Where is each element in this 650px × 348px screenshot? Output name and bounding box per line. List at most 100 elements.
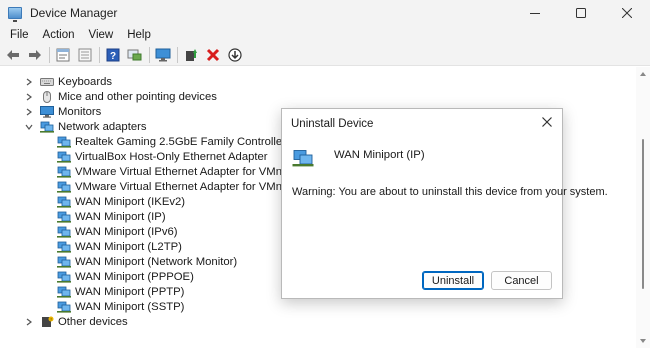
maximize-icon — [576, 8, 586, 18]
tree-category-mice[interactable]: Mice and other pointing devices — [24, 89, 217, 104]
uninstall-device-icon — [206, 48, 220, 61]
scroll-down-icon[interactable] — [640, 339, 646, 343]
scan-hardware-icon — [127, 49, 142, 60]
chevron-down-icon[interactable] — [24, 122, 34, 132]
dialog-close-button[interactable] — [540, 115, 554, 129]
tree-device-item[interactable]: WAN Miniport (Network Monitor) — [57, 254, 237, 269]
network-adapter-icon — [57, 166, 71, 178]
network-adapter-icon — [57, 256, 71, 268]
tree-device-item[interactable]: WAN Miniport (L2TP) — [57, 239, 182, 254]
tree-device-label: VMware Virtual Ethernet Adapter for VMne… — [75, 165, 298, 178]
monitor-icon — [40, 105, 54, 118]
network-adapter-icon — [57, 211, 71, 223]
chevron-right-icon[interactable] — [24, 77, 34, 87]
network-adapter-icon — [57, 181, 71, 193]
maximize-button[interactable] — [558, 0, 604, 26]
network-adapter-icon — [57, 196, 71, 208]
chevron-right-icon[interactable] — [24, 92, 34, 102]
scroll-thumb[interactable] — [642, 139, 644, 289]
window-title: Device Manager — [30, 6, 118, 20]
tree-device-item[interactable]: WAN Miniport (PPTP) — [57, 284, 184, 299]
cancel-button[interactable]: Cancel — [491, 271, 552, 290]
tree-category-label: Monitors — [58, 105, 102, 118]
menu-help[interactable]: Help — [120, 29, 158, 41]
menu-action[interactable]: Action — [36, 29, 82, 41]
chevron-right-icon[interactable] — [24, 317, 34, 327]
tree-device-item[interactable]: Realtek Gaming 2.5GbE Family Controller — [57, 134, 286, 149]
forward-arrow-icon — [29, 49, 41, 60]
mouse-icon — [40, 90, 54, 103]
tree-scrollbar[interactable] — [636, 67, 650, 348]
dialog-warning-text: Warning: You are about to uninstall this… — [292, 186, 608, 198]
scan-hardware-button[interactable] — [126, 46, 144, 64]
other-devices-icon: ! — [40, 316, 54, 328]
tree-device-label: WAN Miniport (PPTP) — [75, 285, 185, 298]
tree-category-network-adapters[interactable]: Network adapters — [24, 119, 147, 134]
tree-device-item[interactable]: VirtualBox Host-Only Ethernet Adapter — [57, 149, 268, 164]
tree-category-label: Mice and other pointing devices — [58, 90, 217, 103]
update-driver-icon — [186, 48, 197, 61]
help-button[interactable]: ? — [104, 46, 122, 64]
keyboard-icon — [40, 76, 54, 88]
title-bar: Device Manager — [0, 0, 650, 26]
network-adapter-icon — [57, 136, 71, 148]
properties-icon — [56, 48, 70, 61]
tree-device-item[interactable]: WAN Miniport (SSTP) — [57, 299, 184, 314]
close-icon — [622, 8, 632, 18]
uninstall-device-button[interactable] — [204, 46, 222, 64]
tree-device-label: WAN Miniport (IP) — [75, 210, 166, 223]
svg-text:!: ! — [50, 316, 51, 321]
network-adapter-icon — [40, 121, 54, 133]
network-adapter-icon — [57, 241, 71, 253]
network-adapter-icon — [57, 151, 71, 163]
monitor-button[interactable] — [154, 46, 172, 64]
uninstall-button[interactable]: Uninstall — [422, 271, 484, 290]
svg-text:?: ? — [110, 51, 116, 62]
tree-category-other-devices[interactable]: ! Other devices — [24, 314, 128, 329]
network-adapter-icon — [57, 301, 71, 313]
toolbar-separator — [177, 46, 178, 63]
minimize-button[interactable] — [512, 0, 558, 26]
tree-device-label: WAN Miniport (Network Monitor) — [75, 255, 238, 268]
close-window-button[interactable] — [604, 0, 650, 26]
network-adapter-icon — [57, 226, 71, 238]
tree-device-label: VMware Virtual Ethernet Adapter for VMne… — [75, 180, 298, 193]
back-arrow-icon — [7, 49, 19, 60]
toolbar-separator — [49, 46, 50, 63]
menu-view[interactable]: View — [82, 29, 121, 41]
scroll-up-icon[interactable] — [640, 72, 646, 76]
help-icon: ? — [106, 48, 120, 62]
properties-button[interactable] — [54, 46, 72, 64]
forward-button[interactable] — [26, 46, 44, 64]
uninstall-device-dialog: Uninstall Device WAN Miniport (IP) Warni… — [281, 108, 608, 299]
show-hidden-button[interactable] — [76, 46, 94, 64]
tree-device-item[interactable]: WAN Miniport (IPv6) — [57, 224, 178, 239]
menu-file[interactable]: File — [3, 29, 36, 41]
download-button[interactable] — [226, 46, 244, 64]
window-controls — [512, 0, 650, 26]
dialog-device-name: WAN Miniport (IP) — [334, 149, 425, 161]
tree-device-label: WAN Miniport (IKEv2) — [75, 195, 186, 208]
tree-device-item[interactable]: WAN Miniport (IKEv2) — [57, 194, 185, 209]
tree-device-label: WAN Miniport (L2TP) — [75, 240, 182, 253]
dialog-title: Uninstall Device — [291, 118, 374, 130]
tree-device-label: WAN Miniport (IPv6) — [75, 225, 178, 238]
tree-device-item[interactable]: VMware Virtual Ethernet Adapter for VMne… — [57, 179, 298, 194]
tree-category-monitors[interactable]: Monitors — [24, 104, 101, 119]
show-hidden-icon — [78, 48, 92, 61]
update-driver-button[interactable] — [182, 46, 200, 64]
chevron-right-icon[interactable] — [24, 107, 34, 117]
tree-device-item[interactable]: VMware Virtual Ethernet Adapter for VMne… — [57, 164, 298, 179]
back-button[interactable] — [4, 46, 22, 64]
tree-category-label: Keyboards — [58, 75, 113, 88]
tree-device-item[interactable]: WAN Miniport (PPPOE) — [57, 269, 194, 284]
tree-category-keyboards[interactable]: Keyboards — [24, 74, 112, 89]
network-adapter-icon — [57, 271, 71, 283]
tree-category-label: Other devices — [58, 315, 128, 328]
tree-device-label: Realtek Gaming 2.5GbE Family Controller — [75, 135, 286, 148]
tree-device-item[interactable]: WAN Miniport (IP) — [57, 209, 166, 224]
minimize-icon — [530, 13, 540, 14]
toolbar-separator — [149, 46, 150, 63]
download-icon — [228, 47, 242, 62]
close-icon — [542, 117, 552, 127]
